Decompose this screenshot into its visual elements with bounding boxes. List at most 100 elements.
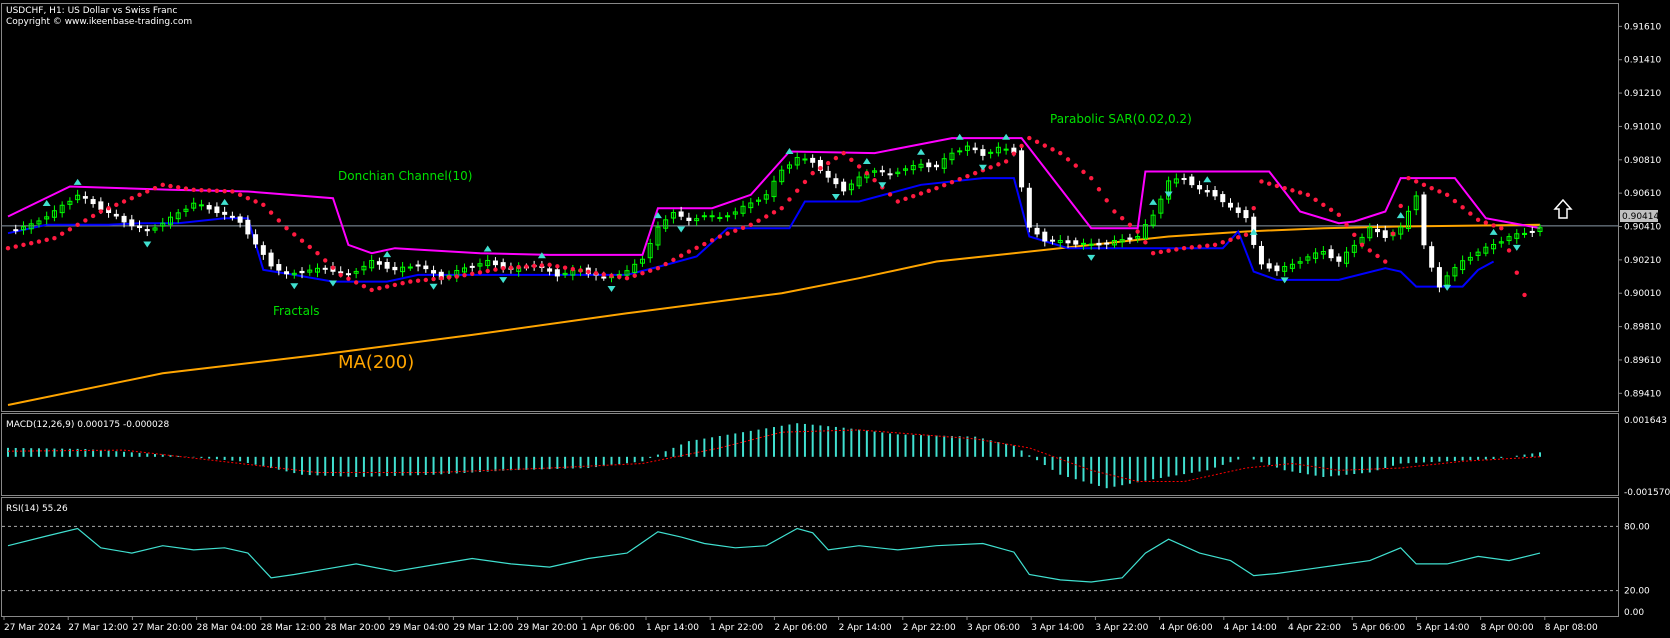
sar-dot (903, 196, 908, 202)
time-tick-label: 4 Apr 14:00 (1224, 623, 1277, 633)
time-tick-label: 29 Mar 12:00 (453, 623, 513, 633)
sar-dot (725, 231, 730, 236)
sar-dot (624, 276, 630, 281)
sar-dot (361, 283, 367, 289)
candle-body (1235, 207, 1241, 213)
candle-body (13, 229, 19, 232)
candle-body (345, 273, 351, 276)
candle-body (1421, 194, 1427, 246)
candle-body (338, 271, 344, 274)
candle-body (113, 213, 119, 217)
time-tick-label: 1 Apr 14:00 (646, 623, 699, 633)
sar-dot (353, 280, 359, 285)
candle-body (1375, 228, 1381, 233)
candle-body (284, 271, 290, 275)
sar-dot (44, 237, 49, 243)
time-tick-label: 28 Mar 20:00 (325, 623, 385, 633)
sar-dot (500, 266, 506, 271)
fractal-down-icon (499, 277, 508, 284)
price-tick-label: 0.90010 (1624, 289, 1661, 299)
fractal-down-icon (878, 182, 887, 189)
sar-dot (129, 195, 134, 201)
sar-dot (214, 188, 220, 194)
sar-dot (1189, 245, 1195, 250)
candle-body (431, 270, 437, 274)
sar-dot (818, 165, 823, 171)
ma200-line (7, 223, 1541, 406)
sar-dot (1491, 223, 1496, 228)
fractal-down-icon (978, 164, 987, 171)
fractal-up-icon (220, 198, 229, 205)
sar-dot (1359, 242, 1365, 248)
candle-body (1104, 242, 1110, 245)
candle-body (1212, 190, 1218, 197)
sar-dot (694, 245, 699, 250)
fractal-up-icon (42, 199, 51, 206)
candle-body (1127, 237, 1133, 240)
macd-title: MACD(12,26,9) 0.000175 -0.000028 (6, 420, 169, 430)
sar-dot (1228, 237, 1233, 243)
candle-body (1042, 231, 1048, 242)
sar-dot (833, 155, 839, 161)
sar-dot (1181, 245, 1187, 251)
sar-dot (245, 195, 251, 201)
sar-dot (586, 269, 591, 275)
sar-dot (702, 241, 707, 247)
sar-dot (1506, 248, 1512, 253)
sar-dot (230, 189, 235, 194)
sar-dot (1344, 222, 1349, 228)
sar-dot (145, 189, 150, 194)
time-tick-label: 8 Apr 08:00 (1545, 623, 1598, 633)
fractal-up-icon (955, 133, 964, 140)
sar-dot (454, 274, 459, 279)
sar-dot (539, 263, 545, 268)
up-arrow-icon (1553, 198, 1573, 219)
fractal-down-icon (677, 226, 686, 233)
sar-dot (779, 205, 784, 211)
candle-body (1026, 187, 1032, 228)
sar-dot (423, 277, 429, 283)
sar-dot (1414, 179, 1419, 184)
sar-dot (1089, 175, 1094, 181)
candle-body (407, 266, 413, 269)
sar-dot (1297, 190, 1303, 195)
donchian-label: Donchian Channel(10) (338, 169, 472, 183)
sar-dot (764, 214, 769, 219)
ma-label: MA(200) (338, 352, 414, 373)
sar-dot (508, 265, 514, 270)
price-tick-label: 0.91410 (1624, 56, 1661, 66)
candle-body (245, 219, 251, 235)
candle-body (299, 270, 305, 274)
sar-dot (1158, 249, 1164, 255)
sar-dot (1135, 229, 1140, 234)
sar-dot (268, 210, 274, 215)
candle-body (1228, 202, 1234, 208)
fractal-up-icon (1203, 176, 1212, 183)
price-tick-label: 0.90810 (1624, 156, 1661, 166)
sar-dot (90, 213, 96, 219)
candle-body (90, 199, 96, 205)
sar-dot (1390, 231, 1396, 236)
sar-dot (872, 178, 877, 183)
sar-dot (176, 185, 181, 190)
time-tick-label: 28 Mar 04:00 (197, 623, 257, 633)
sar-dot (400, 281, 405, 286)
sar-dot (168, 183, 173, 189)
rsi-title: RSI(14) 55.26 (6, 504, 68, 514)
fractal-up-icon (73, 178, 82, 185)
chart-svg: 0.91610 0.91410 0.91210 0.91010 0.90810 0.906… (1, 3, 1670, 633)
sar-dot (957, 176, 962, 182)
sar-dot (1065, 157, 1071, 162)
sar-dot (1019, 143, 1024, 149)
candle-body (415, 264, 421, 267)
candle-body (1096, 242, 1102, 246)
sar-dot (415, 278, 421, 283)
fractal-down-icon (1512, 244, 1521, 251)
sar-dot (1266, 181, 1272, 186)
sar-dot (856, 164, 862, 169)
sar-dot (547, 262, 552, 268)
rsi-tick-label: 0.00 (1624, 608, 1644, 618)
candle-body (1328, 249, 1334, 259)
candle-body (1065, 240, 1071, 244)
sar-dot (578, 268, 583, 273)
